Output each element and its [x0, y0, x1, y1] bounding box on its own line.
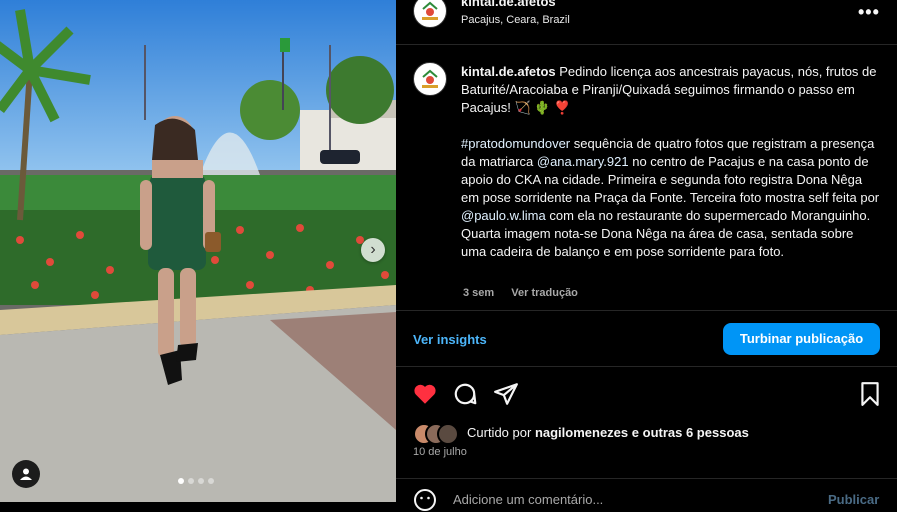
liked-by-summary: Curtido por nagilomenezes e outras 6 pes… — [467, 425, 749, 440]
heart-icon[interactable] — [412, 381, 438, 407]
carousel-dot — [208, 478, 214, 484]
divider — [396, 310, 897, 311]
carousel-dot — [198, 478, 204, 484]
post-photo[interactable]: › — [0, 0, 396, 502]
carousel-next-button[interactable]: › — [361, 238, 385, 262]
liked-by-user[interactable]: nagilomenezes — [535, 425, 628, 440]
comment-icon[interactable] — [452, 381, 478, 407]
carousel-indicator — [178, 478, 214, 484]
caption-avatar[interactable] — [413, 62, 447, 96]
comment-input[interactable]: Adicione um comentário... — [453, 492, 603, 507]
divider — [396, 478, 897, 479]
account-logo-icon — [415, 64, 445, 94]
carousel-dot — [178, 478, 184, 484]
liked-by-others[interactable]: outras 6 pessoas — [643, 425, 749, 440]
see-translation-link[interactable]: Ver tradução — [511, 287, 578, 299]
account-avatar[interactable] — [413, 0, 447, 28]
post-date: 10 de julho — [413, 446, 467, 458]
liker-avatar[interactable] — [437, 423, 459, 445]
user-tag-button[interactable] — [12, 460, 40, 488]
boost-post-button[interactable]: Turbinar publicação — [723, 323, 880, 355]
post-header: kintal.de.afetos Pacajus, Ceara, Brazil … — [396, 0, 897, 45]
liked-by-prefix: Curtido por — [467, 425, 532, 440]
liked-by-conjunction: e — [631, 425, 639, 440]
caption-username[interactable]: kintal.de.afetos — [461, 64, 556, 79]
user-tag-icon — [20, 468, 32, 480]
photo-illustration — [0, 0, 396, 502]
bookmark-icon[interactable] — [857, 381, 883, 407]
comment-bar: Adicione um comentário... Publicar — [396, 480, 897, 511]
view-insights-link[interactable]: Ver insights — [413, 332, 487, 347]
emoji-icon[interactable] — [413, 488, 437, 512]
carousel-dot — [188, 478, 194, 484]
account-logo-icon — [415, 0, 445, 26]
post-location[interactable]: Pacajus, Ceara, Brazil — [461, 14, 570, 26]
divider — [396, 366, 897, 367]
mention-link[interactable]: @paulo.w.lima — [461, 208, 546, 223]
share-icon[interactable] — [493, 381, 519, 407]
post-caption: kintal.de.afetos Pedindo licença aos anc… — [461, 63, 881, 279]
account-username[interactable]: kintal.de.afetos — [461, 0, 556, 9]
publish-comment-button[interactable]: Publicar — [828, 492, 879, 507]
post-side-panel: kintal.de.afetos Pacajus, Ceara, Brazil … — [396, 0, 897, 511]
hashtag-link[interactable]: #pratodomundover — [461, 136, 570, 151]
caption-meta: 3 sem Ver tradução — [463, 287, 592, 299]
post-age: 3 sem — [463, 287, 495, 299]
mention-link[interactable]: @ana.mary.921 — [537, 154, 629, 169]
more-options-button[interactable]: ••• — [858, 2, 880, 23]
